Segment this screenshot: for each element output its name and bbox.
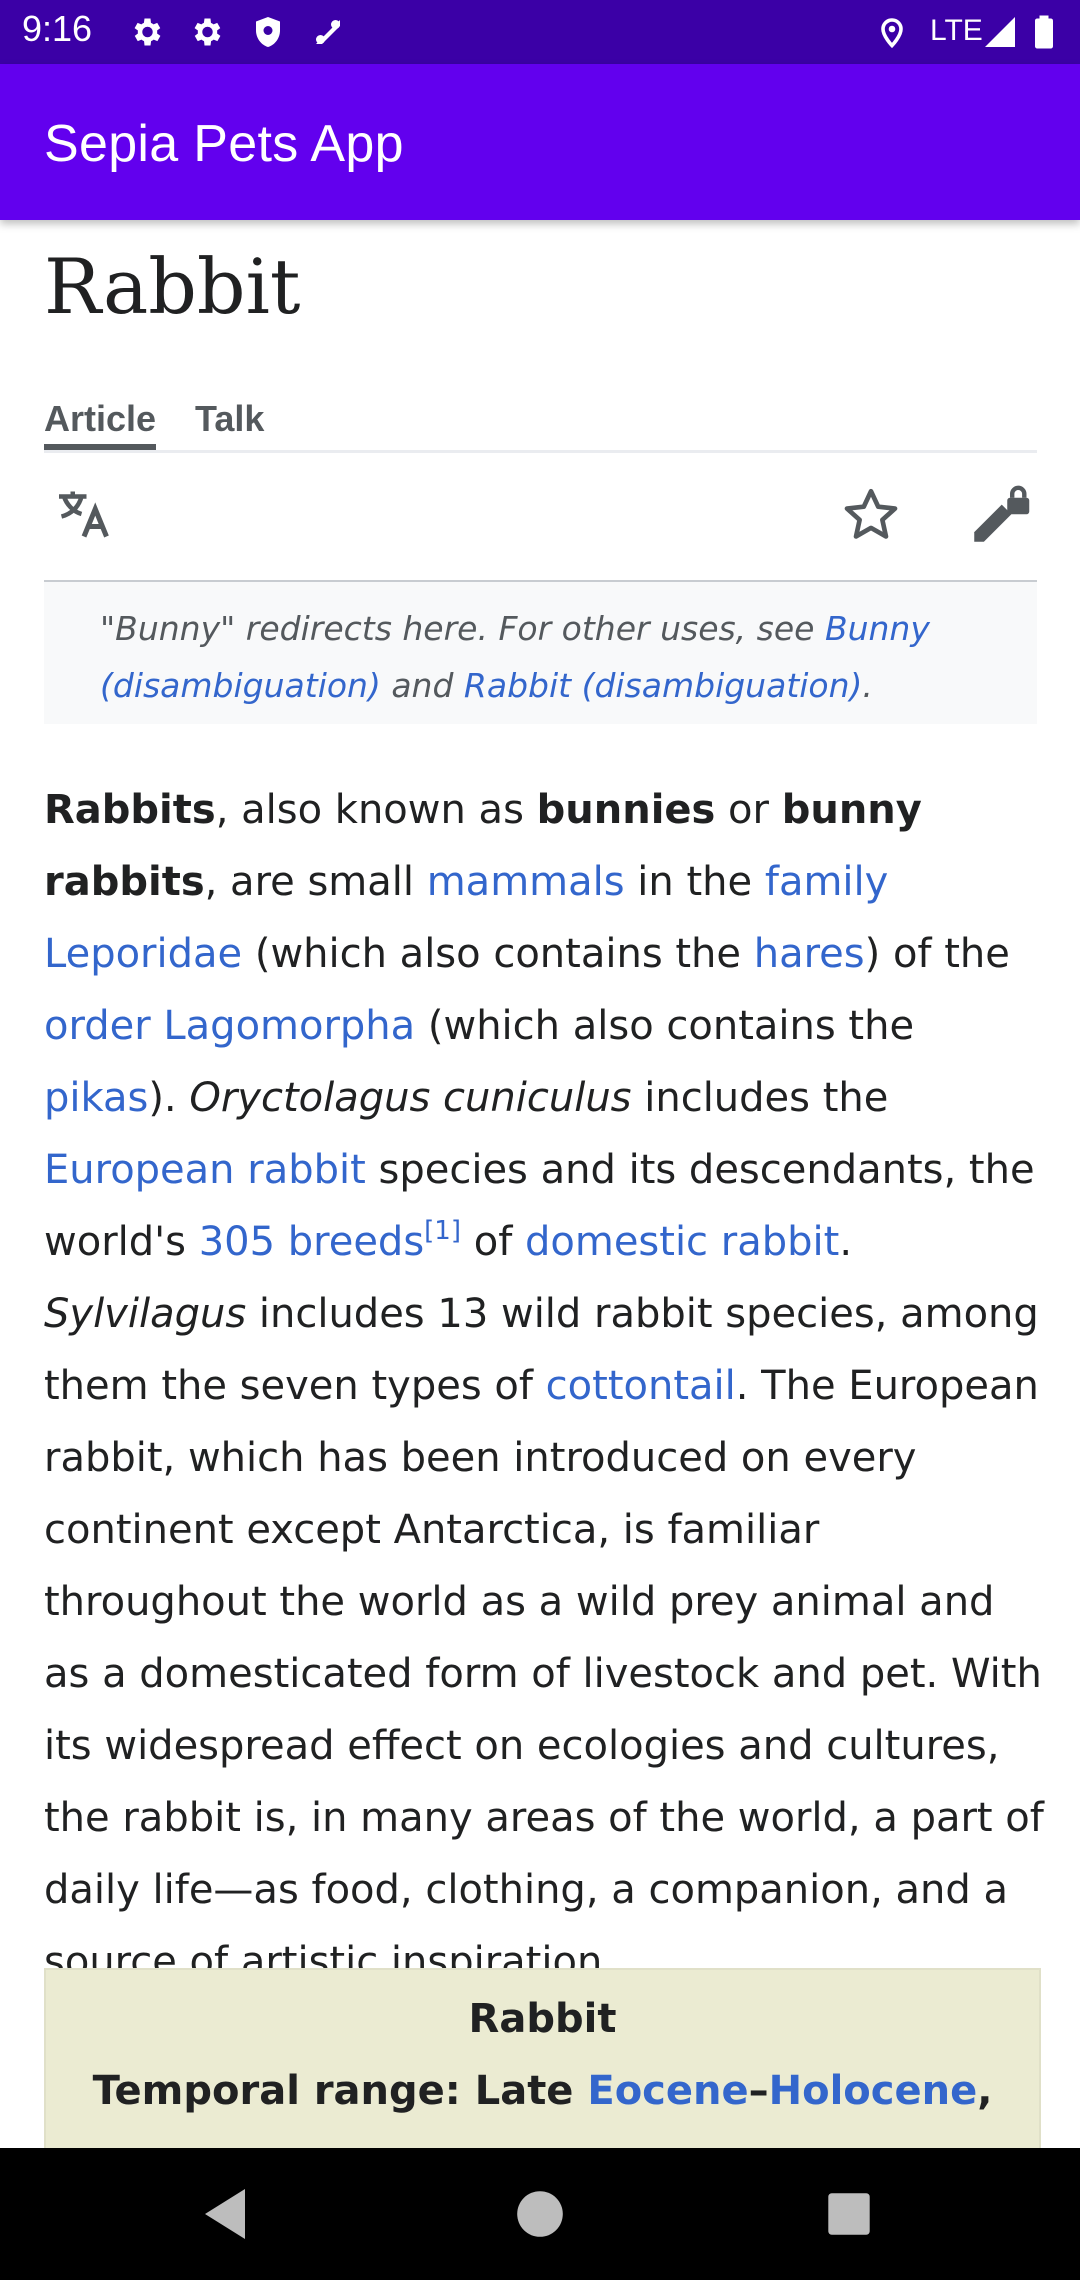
language-icon[interactable] — [54, 484, 114, 544]
article-content[interactable]: Rabbit Article Talk "Bunny" redirects he… — [0, 220, 1080, 2148]
text: . — [839, 1219, 853, 1265]
network-label: LTE — [930, 14, 983, 47]
text: includes the — [631, 1075, 889, 1121]
infobox: Rabbit Temporal range: Late Eocene–Holoc… — [44, 1968, 1041, 2148]
temporal-range-label: Temporal range: Late — [92, 2068, 588, 2114]
hatnote-middle: and — [380, 666, 464, 705]
link-order-lagomorpha[interactable]: order Lagomorpha — [44, 1003, 415, 1049]
star-icon[interactable] — [840, 484, 902, 546]
page-action-bar — [44, 450, 1037, 583]
home-button[interactable] — [516, 2186, 564, 2242]
text: or — [715, 787, 782, 833]
cell-signal-icon — [985, 17, 1015, 47]
link-pikas[interactable]: pikas — [44, 1075, 148, 1121]
text: ) of the — [864, 931, 1010, 977]
hatnote-text: "Bunny" redirects here. For other uses, … — [100, 600, 1000, 714]
text: of — [461, 1219, 525, 1265]
edit-locked-icon[interactable] — [966, 484, 1032, 550]
link-domestic-rabbit[interactable]: domestic rabbit — [525, 1219, 839, 1265]
link-european-rabbit[interactable]: European rabbit — [44, 1147, 366, 1193]
app-title: Sepia Pets App — [44, 115, 404, 173]
link-305-breeds[interactable]: 305 breeds — [199, 1219, 424, 1265]
hatnote-prefix: "Bunny" redirects here. For other uses, … — [100, 609, 825, 648]
term-sylvilagus: Sylvilagus — [44, 1291, 247, 1337]
text: (which also contains the — [415, 1003, 915, 1049]
range-suffix: , — [977, 2068, 993, 2114]
link-eocene[interactable]: Eocene — [587, 2068, 748, 2114]
back-button[interactable] — [200, 2186, 250, 2242]
range-dash: – — [748, 2068, 769, 2114]
link-cottontail[interactable]: cottontail — [546, 1363, 736, 1409]
link-hares[interactable]: hares — [754, 931, 865, 977]
settings-icon — [194, 18, 221, 46]
shield-icon — [256, 17, 280, 47]
page-title: Rabbit — [44, 242, 301, 331]
status-time: 9:16 — [22, 8, 93, 49]
text: , also known as — [215, 787, 537, 833]
text: . The European rabbit, which has been in… — [44, 1363, 1044, 1985]
link-mammals[interactable]: mammals — [427, 859, 625, 905]
app-bar: Sepia Pets App — [0, 64, 1080, 220]
term-bunnies: bunnies — [536, 787, 716, 833]
term-oryctolagus: Oryctolagus cuniculus — [189, 1075, 632, 1121]
location-icon — [881, 18, 903, 49]
lead-paragraph: Rabbits, also known as bunnies or bunny … — [44, 774, 1044, 1998]
infobox-title: Rabbit — [468, 1996, 617, 2042]
text: , are small — [204, 859, 427, 905]
link-holocene[interactable]: Holocene — [769, 2068, 978, 2114]
system-nav-bar — [0, 2148, 1080, 2280]
tab-talk[interactable]: Talk — [195, 398, 264, 440]
hatnote-suffix: . — [862, 666, 873, 705]
settings-icon — [134, 18, 161, 46]
temporal-range: Temporal range: Late Eocene–Holocene, — [46, 2068, 1039, 2114]
text: ). — [148, 1075, 190, 1121]
tab-article[interactable]: Article — [44, 398, 156, 440]
recents-button[interactable] — [826, 2186, 872, 2242]
reference-1[interactable]: [1] — [424, 1216, 461, 1246]
link-rabbit-disambiguation[interactable]: Rabbit (disambiguation) — [464, 666, 862, 705]
signal-alt-icon — [316, 20, 340, 44]
term-rabbits: Rabbits — [44, 787, 216, 833]
article-tabs: Article Talk — [44, 380, 1037, 453]
status-bar: 9:16 LTE — [0, 0, 1080, 64]
text: in the — [624, 859, 765, 905]
text: (which also contains the — [242, 931, 754, 977]
battery-icon — [1035, 15, 1053, 49]
hatnote: "Bunny" redirects here. For other uses, … — [44, 582, 1037, 724]
